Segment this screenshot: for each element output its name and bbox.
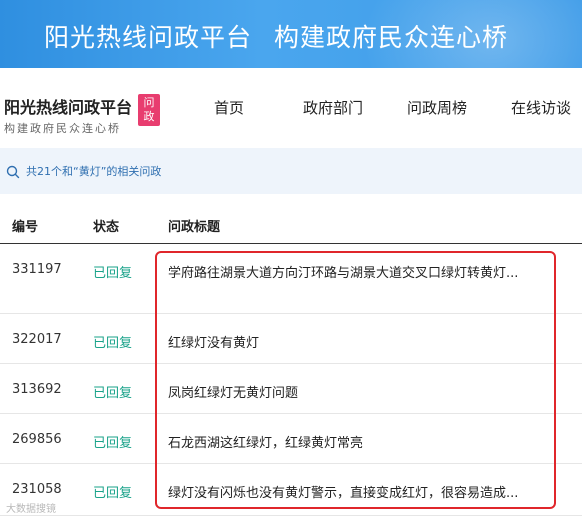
column-header-status: 状态 (93, 220, 120, 235)
search-icon (6, 165, 20, 179)
search-result-text: 共21个和“黄灯”的相关问政 (26, 165, 162, 178)
row-id: 269856 (12, 432, 62, 447)
nav-item-departments[interactable]: 政府部门 (303, 97, 363, 118)
row-id: 231058 (12, 482, 62, 497)
column-header-title: 问政标题 (168, 220, 221, 235)
table-header: 编号 状态 问政标题 (0, 194, 582, 244)
banner-title: 阳光热线问政平台 (44, 23, 253, 52)
brand-subtitle: 构建政府民众连心桥 (4, 122, 121, 135)
watermark: 大数据搜镜 (6, 504, 56, 515)
brand-logo[interactable]: 阳光热线问政平台 构建政府民众连心桥 (4, 94, 132, 136)
column-header-id: 编号 (12, 220, 39, 235)
search-result-bar: 共21个和“黄灯”的相关问政 (0, 148, 582, 194)
brand-badge-line2: 政 (143, 110, 155, 123)
brand-badge: 问 政 (138, 94, 160, 126)
nav-header: 阳光热线问政平台 构建政府民众连心桥 问 政 首页 政府部门 问政周榜 在线访谈 (0, 68, 582, 148)
banner-text: 阳光热线问政平台 构建政府民众连心桥 (44, 18, 508, 54)
row-status: 已回复 (93, 486, 133, 501)
row-status: 已回复 (93, 436, 133, 451)
banner-slogan: 构建政府民众连心桥 (274, 23, 509, 52)
highlight-box (155, 251, 556, 509)
row-id: 322017 (12, 332, 62, 347)
nav-item-weekly-ranking[interactable]: 问政周榜 (407, 97, 467, 118)
row-status: 已回复 (93, 266, 133, 281)
brand-title: 阳光热线问政平台 (4, 98, 133, 117)
row-id: 331197 (12, 262, 62, 277)
row-status: 已回复 (93, 336, 133, 351)
nav-item-online-interview[interactable]: 在线访谈 (511, 97, 571, 118)
row-status: 已回复 (93, 386, 133, 401)
brand-badge-line1: 问 (143, 96, 155, 109)
top-banner: 阳光热线问政平台 构建政府民众连心桥 (0, 0, 582, 68)
row-id: 313692 (12, 382, 62, 397)
nav-item-home[interactable]: 首页 (214, 97, 244, 118)
